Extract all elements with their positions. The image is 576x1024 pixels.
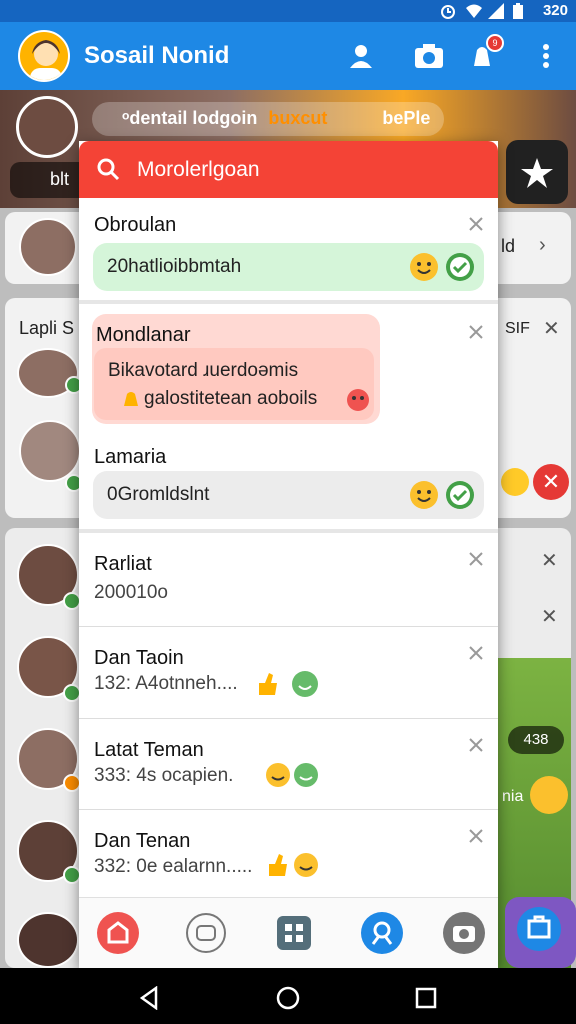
angry-emoji-icon (347, 389, 369, 411)
message-bubble[interactable]: 20hatlioibbmtah (93, 243, 484, 291)
background-card-2-title: Lapli S (19, 318, 75, 338)
close-icon[interactable] (468, 216, 484, 232)
story-highlight-text: buxcut (268, 108, 328, 128)
story-avatar[interactable] (16, 96, 78, 158)
favorite-button[interactable] (506, 140, 568, 204)
conversation-modal: Morolerlgoan Obroulan 20hatlioibbmtah Mo… (79, 141, 498, 968)
story-caption-text: ᵒdentail lodgoin (122, 108, 258, 128)
user-avatar[interactable] (18, 30, 70, 82)
list-item[interactable]: Lamaria 0Gromldslnt (79, 434, 498, 529)
wifi-icon (466, 4, 482, 18)
message-line-1: Bikavotard ɹuerdoəmis (108, 360, 299, 381)
bell-emoji-icon (124, 392, 138, 406)
contact-name: Dan Taoin (94, 647, 184, 669)
menu-tab-icon[interactable] (273, 912, 315, 954)
recents-icon[interactable] (414, 986, 438, 1010)
emoji-smile-icon (501, 468, 529, 496)
message-bubble[interactable]: 0Gromldslnt (93, 471, 484, 519)
contact-name: Rarliat (94, 553, 152, 575)
app-bar: Sosail Nonid 9 (0, 22, 576, 90)
profile-tab-icon[interactable] (361, 912, 403, 954)
home-icon[interactable] (276, 986, 300, 1010)
map-value-pill: 438 (508, 726, 564, 754)
background-avatar (17, 912, 79, 968)
background-avatar (19, 218, 77, 276)
profile-icon[interactable] (345, 40, 377, 72)
signal-icon (488, 3, 504, 19)
camera-tab-icon[interactable] (443, 912, 485, 954)
smile-emoji-icon (410, 481, 438, 509)
message-text: 0Gromldslnt (107, 484, 210, 505)
background-avatar (19, 420, 81, 482)
battery-icon (513, 3, 523, 19)
list-item[interactable]: Latat Teman 333: 4s ocapien. (79, 719, 498, 809)
contact-subtitle: 132: A4otnneh.... (94, 673, 238, 694)
camera-icon[interactable] (413, 40, 445, 72)
check-circle-icon (446, 253, 474, 281)
background-card-1-side-text: ld (501, 236, 516, 256)
contact-name: Latat Teman (94, 739, 204, 761)
close-icon[interactable]: ✕ (541, 548, 558, 573)
bottom-navigation (79, 897, 498, 968)
store-tab-icon[interactable] (505, 897, 576, 968)
background-card-2-side: SIF (505, 320, 530, 337)
status-clock: 320 (542, 2, 568, 19)
message-bubble[interactable]: Bikavotard ɹuerdoəmis galostitetean aobo… (94, 348, 374, 420)
list-item[interactable]: Obroulan 20hatlioibbmtah (79, 198, 498, 298)
story-caption: ᵒdentail lodgoin buxcut bePle (92, 102, 445, 136)
close-icon[interactable] (468, 737, 484, 753)
back-icon[interactable] (138, 986, 162, 1010)
list-item[interactable]: Dan Taoin 132: A4otnneh.... (79, 627, 498, 718)
chevron-right-icon[interactable]: › (539, 234, 546, 257)
close-icon[interactable]: ✕ (543, 316, 560, 341)
message-line-2: galostitetean aoboils (144, 388, 318, 409)
background-pill-text: blt (50, 169, 70, 189)
notification-badge: 9 (486, 34, 504, 52)
modal-header: Morolerlgoan (79, 141, 498, 198)
thumbs-up-emoji-icon (269, 854, 287, 876)
map-label: nia (502, 788, 524, 805)
story-tail-text: bePle (382, 108, 431, 128)
grin-emoji-icon (292, 671, 318, 697)
groups-tab-icon[interactable] (185, 912, 227, 954)
smile-emoji-icon (294, 853, 318, 877)
app-title: Sosail Nonid (84, 42, 230, 69)
message-text: 20hatlioibbmtah (107, 256, 242, 277)
grin-emoji-icon (294, 763, 318, 787)
smile-emoji-icon (266, 763, 290, 787)
close-icon[interactable] (468, 828, 484, 844)
system-navigation-bar (0, 968, 576, 1024)
close-icon[interactable] (468, 645, 484, 661)
map-marker-icon[interactable] (530, 776, 568, 814)
close-icon[interactable]: ✕ (541, 604, 558, 629)
contact-name: Mondlanar (96, 324, 191, 346)
avatar-face-icon (30, 40, 62, 80)
smile-emoji-icon (410, 253, 438, 281)
modal-title: Morolerlgoan (137, 158, 260, 181)
reject-button[interactable]: ✕ (533, 464, 569, 500)
contact-name: Dan Tenan (94, 830, 191, 852)
list-item[interactable]: Rarliat 200010o (79, 533, 498, 625)
contact-subtitle: 333: 4s ocapien. (94, 765, 234, 786)
close-icon[interactable] (468, 324, 484, 340)
thumbs-up-emoji-icon (259, 673, 277, 695)
check-circle-icon (446, 481, 474, 509)
more-options-icon[interactable] (532, 40, 560, 72)
list-item[interactable]: Dan Tenan 332: 0e ealarnn..... (79, 810, 498, 898)
alarm-icon (441, 5, 455, 19)
status-bar: 320 (0, 0, 576, 22)
star-icon (521, 158, 553, 188)
contact-subtitle: 200010o (94, 582, 168, 603)
list-item[interactable]: Mondlanar Bikavotard ɹuerdoəmis galostit… (79, 304, 498, 434)
highlighted-card[interactable]: Mondlanar Bikavotard ɹuerdoəmis galostit… (92, 314, 380, 424)
contact-name: Obroulan (94, 214, 177, 236)
contact-subtitle: 332: 0e ealarnn..... (94, 856, 253, 877)
contact-name: Lamaria (94, 446, 167, 468)
close-icon[interactable] (468, 551, 484, 567)
home-tab-icon[interactable] (97, 912, 139, 954)
search-icon[interactable] (96, 157, 120, 181)
